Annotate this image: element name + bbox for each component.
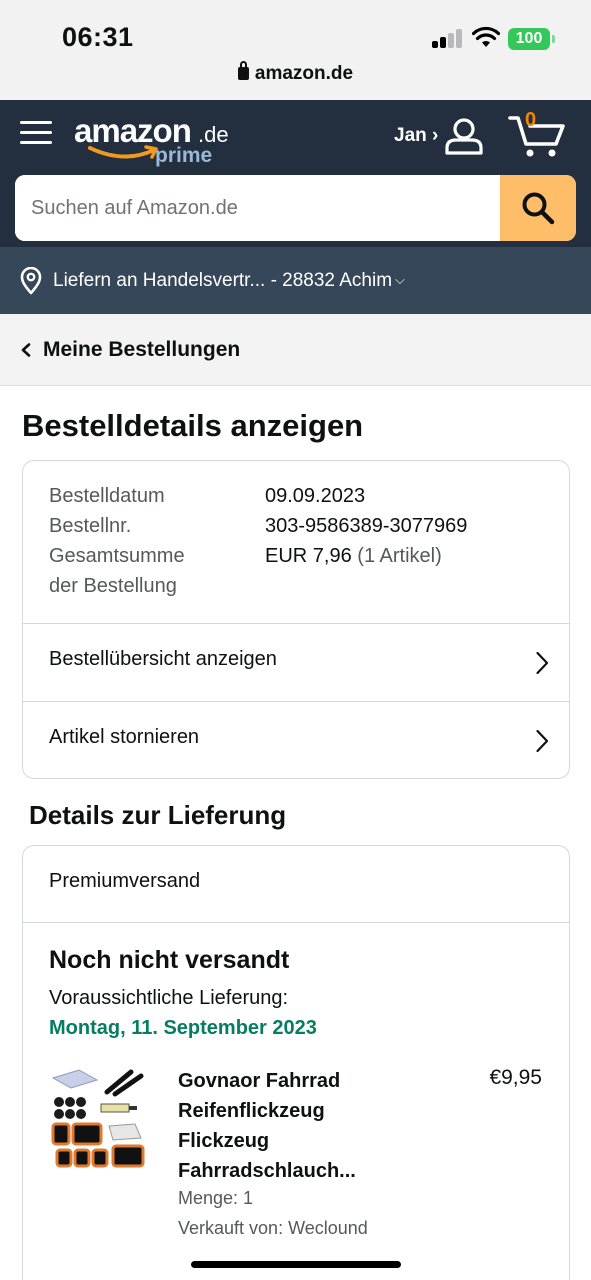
breadcrumb-my-orders[interactable]: Meine Bestellungen <box>43 338 240 362</box>
hamburger-menu-icon[interactable] <box>20 119 52 147</box>
cart-count-badge: 0 <box>525 109 537 131</box>
delivery-section-title: Details zur Lieferung <box>29 800 287 830</box>
order-total-label: Gesamtsumme <box>49 545 185 567</box>
product-quantity: Menge: 1 <box>178 1188 254 1208</box>
deliver-to-bar[interactable]: Liefern an Handelsvertr... - 28832 Achim… <box>0 247 591 314</box>
estimated-delivery-date: Montag, 11. September 2023 <box>49 1017 317 1039</box>
order-summary: Bestelldatum 09.09.2023 Bestellnr. 303-9… <box>23 461 569 623</box>
chevron-left-icon[interactable] <box>20 343 32 357</box>
product-image[interactable] <box>49 1066 155 1172</box>
chevron-right-icon <box>536 651 549 675</box>
search-icon <box>522 192 555 225</box>
shipping-method-label: Premiumversand <box>49 870 201 892</box>
amazon-logo[interactable]: amazon .de prime <box>74 112 234 168</box>
shipment-status: Noch nicht versandt <box>49 946 290 974</box>
signal-icon <box>432 28 464 48</box>
order-item-count: (1 Artikel) <box>357 545 442 567</box>
order-summary-card: Bestelldatum 09.09.2023 Bestellnr. 303-9… <box>22 460 570 779</box>
product-price: €9,95 <box>489 1066 542 1089</box>
wifi-icon <box>472 26 500 47</box>
cart-icon[interactable] <box>508 110 566 158</box>
order-total-amount: EUR 7,96 <box>265 545 352 567</box>
order-total-label-line2: der Bestellung <box>49 575 177 597</box>
account-name: Jan <box>394 125 427 146</box>
lock-icon <box>237 61 249 80</box>
home-indicator[interactable] <box>191 1261 401 1268</box>
delivery-card: Premiumversand Noch nicht versandt Vorau… <box>22 845 570 1280</box>
search-input[interactable] <box>15 175 500 241</box>
chevron-right-icon <box>536 729 549 753</box>
order-number-label: Bestellnr. <box>49 515 132 537</box>
product-seller: Verkauft von: Weclound <box>178 1218 368 1238</box>
breadcrumb: Meine Bestellungen <box>0 314 591 386</box>
address-bar[interactable]: amazon.de <box>0 61 591 85</box>
battery-icon: 100 <box>508 28 555 50</box>
site-header: amazon .de prime Jan › 0 <box>0 100 591 247</box>
user-icon[interactable] <box>444 117 484 155</box>
url-text: amazon.de <box>254 63 354 84</box>
cancel-items-link[interactable]: Artikel stornieren <box>23 701 569 778</box>
order-number-value: 303-9586389-3077969 <box>265 515 468 537</box>
chevron-down-icon: ⌵ <box>395 272 405 287</box>
status-time: 06:31 <box>62 22 134 52</box>
deliver-to-text: Liefern an Handelsvertr... - 28832 Achim… <box>53 270 405 292</box>
account-link[interactable]: Jan › <box>394 125 438 147</box>
page-title: Bestelldetails anzeigen <box>22 408 364 443</box>
logo-prime: prime <box>155 144 213 167</box>
order-date-label: Bestelldatum <box>49 485 165 507</box>
estimated-delivery-label: Voraussichtliche Lieferung: <box>49 987 289 1009</box>
deliver-to-address: Liefern an Handelsvertr... - 28832 Achim <box>53 270 393 291</box>
location-pin-icon <box>20 267 42 295</box>
cancel-items-label: Artikel stornieren <box>49 726 200 748</box>
account-chevron-icon: › <box>432 125 439 146</box>
status-bar: 06:31 100 amazon.de <box>0 0 591 100</box>
product-title-link[interactable]: Govnaor Fahrrad Reifenflickzeug Flickzeu… <box>178 1066 388 1186</box>
search-button[interactable] <box>500 175 576 241</box>
shipping-method: Premiumversand <box>23 846 569 923</box>
order-date-value: 09.09.2023 <box>265 485 366 507</box>
view-order-summary-link[interactable]: Bestellübersicht anzeigen <box>23 623 569 701</box>
view-order-summary-label: Bestellübersicht anzeigen <box>49 648 277 670</box>
search-bar <box>15 175 576 241</box>
order-total-value: EUR 7,96 (1 Artikel) <box>265 541 442 571</box>
